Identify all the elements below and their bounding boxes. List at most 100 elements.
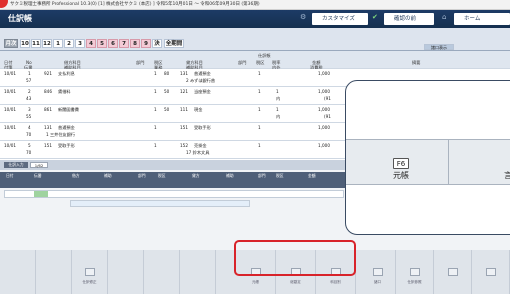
cell-date: 10/01 bbox=[4, 125, 17, 130]
entry-col: 金額 bbox=[308, 173, 316, 178]
cell-inner: 内 bbox=[276, 114, 281, 119]
entry-active-cell[interactable] bbox=[34, 191, 48, 197]
month-button[interactable]: 4 bbox=[86, 39, 96, 48]
app-header: 仕訳帳 ⚙ カスタマイズ ✔ 確認の前 ⌂ ホーム bbox=[0, 10, 510, 28]
cell-date: 10/01 bbox=[4, 89, 17, 94]
entry-col: 借方 bbox=[72, 173, 80, 178]
cell-no: 4 bbox=[28, 125, 31, 130]
fkey-button[interactable] bbox=[0, 250, 36, 294]
fkey-button[interactable]: 諸口 bbox=[360, 250, 396, 294]
cell-rate: 1 bbox=[258, 143, 261, 148]
month-button[interactable]: 12 bbox=[42, 39, 52, 48]
home-button[interactable]: ホーム bbox=[454, 13, 510, 25]
cell-debit-name: 新聞図書費 bbox=[58, 107, 79, 112]
cell-amount: 1,000 bbox=[318, 143, 330, 148]
cell-voucher: 43 bbox=[26, 96, 32, 101]
cell-debit-code: 921 bbox=[44, 71, 52, 76]
month-mode-label[interactable]: 月次 bbox=[4, 39, 18, 48]
cell-credit-code: 152 bbox=[180, 143, 188, 148]
month-selector: 月次 10 11 12 1 2 3 4 5 6 7 8 9 決 全期間 諸口表示 bbox=[0, 28, 510, 50]
cell-debit-code: 131 bbox=[44, 125, 52, 130]
cell-tax: 1 bbox=[154, 125, 157, 130]
cell-inner: 内 bbox=[276, 96, 281, 101]
check-icon: ✔ bbox=[372, 13, 378, 21]
entry-input-row[interactable] bbox=[4, 190, 344, 198]
cell-no: 5 bbox=[28, 143, 31, 148]
header-top-label: 仕訳帳 bbox=[258, 53, 271, 58]
cell-rate-value: 1 bbox=[276, 89, 279, 94]
cell-debit-name: 受取手形 bbox=[58, 143, 75, 148]
fkey-button[interactable] bbox=[36, 250, 72, 294]
month-button[interactable]: 10 bbox=[20, 39, 30, 48]
cell-rate-value: 1 bbox=[276, 107, 279, 112]
fkey-button[interactable] bbox=[472, 250, 510, 294]
fkey-button[interactable] bbox=[108, 250, 144, 294]
cell-credit-code: 111 bbox=[180, 107, 188, 112]
month-button[interactable]: 7 bbox=[119, 39, 129, 48]
cell-amount: 1,000 bbox=[318, 125, 330, 130]
home-icon: ⌂ bbox=[442, 13, 447, 21]
month-button[interactable]: 5 bbox=[97, 39, 107, 48]
cell-amount: 1,000 bbox=[318, 107, 330, 112]
month-button[interactable]: 11 bbox=[31, 39, 41, 48]
cell-credit-sub: 2 みずほ銀行普 bbox=[186, 78, 216, 83]
entry-col: 税区 bbox=[276, 173, 284, 178]
entry-count: 1/62 bbox=[30, 162, 48, 168]
fkey-button[interactable]: 仕訳修正 bbox=[72, 250, 108, 294]
entry-col: 補助 bbox=[226, 173, 234, 178]
gear-icon[interactable]: ⚙ bbox=[300, 13, 306, 21]
entry-col: 補助 bbox=[104, 173, 112, 178]
fkey-button[interactable]: 仕訳参照 bbox=[396, 250, 434, 294]
entry-sub-row[interactable] bbox=[70, 200, 250, 207]
customize-button[interactable]: カスタマイズ bbox=[312, 13, 368, 25]
cell-tax-code: 80 bbox=[164, 71, 170, 76]
cell-rate: 1 bbox=[258, 107, 261, 112]
cell-debit-code: 846 bbox=[44, 89, 52, 94]
col-credit-dept: 部門 bbox=[238, 60, 247, 65]
month-button[interactable]: 8 bbox=[130, 39, 140, 48]
cell-date: 10/01 bbox=[4, 107, 17, 112]
entry-col: 貸方 bbox=[192, 173, 200, 178]
month-button[interactable]: 3 bbox=[75, 39, 85, 48]
window-titlebar: サクミ税理士事務所 Professional 10.3(0) [1] 株式会社サ… bbox=[0, 0, 510, 10]
cell-debit-name: 賃借料 bbox=[58, 89, 71, 94]
cell-credit-code: 131 bbox=[180, 71, 188, 76]
cell-tax-code: 50 bbox=[164, 89, 170, 94]
cell-voucher: 70 bbox=[26, 132, 32, 137]
all-period-button[interactable]: 全期間 bbox=[164, 39, 184, 48]
confirm-button[interactable]: 確認の前 bbox=[384, 13, 434, 25]
cell-credit-code: 151 bbox=[180, 125, 188, 130]
cell-tax-amount: (91 bbox=[324, 114, 331, 119]
cell-voucher: 70 bbox=[26, 150, 32, 155]
cell-voucher: 57 bbox=[26, 78, 32, 83]
cell-debit-sub: 1 三井住友銀行 bbox=[46, 132, 76, 137]
col-credit-tax: 税区 bbox=[256, 60, 265, 65]
entry-col: 部門 bbox=[138, 173, 146, 178]
cell-tax-amount: (91 bbox=[324, 96, 331, 101]
fkey-button[interactable] bbox=[180, 250, 216, 294]
highlight-frame bbox=[234, 240, 356, 276]
page-title: 仕訳帳 bbox=[8, 14, 32, 23]
cell-no: 1 bbox=[28, 71, 31, 76]
col-memo: 摘要 bbox=[412, 60, 421, 65]
col-dept: 部門 bbox=[136, 60, 145, 65]
cell-credit-name: 普通預金 bbox=[194, 71, 211, 76]
callout-band bbox=[346, 139, 510, 185]
cell-tax-code: 50 bbox=[164, 107, 170, 112]
month-button[interactable]: 決 bbox=[152, 39, 162, 48]
zoom-callout: F6 元帳 言 bbox=[345, 80, 510, 235]
month-button[interactable]: 1 bbox=[53, 39, 63, 48]
entry-col: 税区 bbox=[158, 173, 166, 178]
month-button[interactable]: 9 bbox=[141, 39, 151, 48]
fkey-button[interactable] bbox=[144, 250, 180, 294]
fkey-button[interactable] bbox=[434, 250, 472, 294]
cell-rate: 1 bbox=[258, 71, 261, 76]
month-button[interactable]: 2 bbox=[64, 39, 74, 48]
cell-tax: 1 bbox=[154, 89, 157, 94]
cell-debit-name: 支払利息 bbox=[58, 71, 75, 76]
cell-amount: 1,000 bbox=[318, 89, 330, 94]
cell-tax: 1 bbox=[154, 71, 157, 76]
cell-tax: 1 bbox=[154, 107, 157, 112]
ledger-label: 元帳 bbox=[393, 171, 409, 180]
month-button[interactable]: 6 bbox=[108, 39, 118, 48]
